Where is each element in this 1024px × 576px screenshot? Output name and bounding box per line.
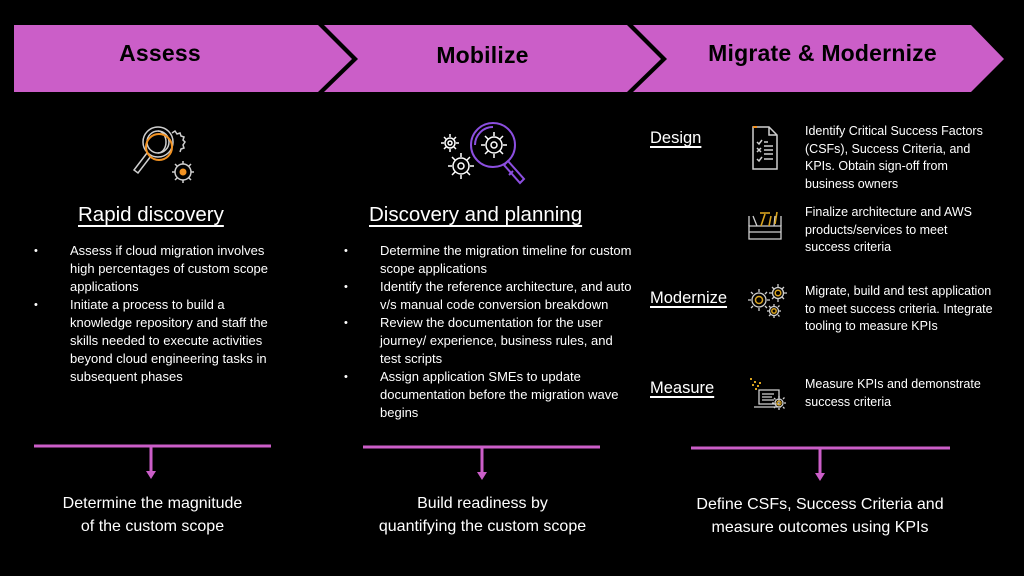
- outcome-line: of the custom scope: [80, 518, 225, 535]
- assess-title: Rapid discovery: [78, 203, 224, 226]
- gears-magnifier-icon: [441, 122, 526, 185]
- outcome-line: quantifying the custom scope: [378, 518, 587, 535]
- outcome-line: Build readiness by: [417, 495, 548, 512]
- section-label-measure: Measure: [650, 379, 715, 397]
- design-item-2-text: Finalize architecture and AWS products/s…: [805, 205, 972, 254]
- list-item: Assign application SMEs to update docume…: [344, 368, 634, 422]
- gears-icon: [748, 284, 787, 318]
- outcome-line: Determine the magnitude: [62, 495, 243, 512]
- mobilize-arrow-head: [477, 472, 487, 480]
- list-item: Review the documentation for the user jo…: [344, 314, 634, 368]
- toolbox-icon: [748, 211, 782, 240]
- modernize-item-1-text: Migrate, build and test application to m…: [805, 284, 993, 333]
- mobilize-bullets: Determine the migration timeline for cus…: [344, 242, 634, 422]
- mobilize-outcome: Build readiness by quantifying the custo…: [345, 492, 620, 538]
- section-label-design: Design: [650, 129, 702, 147]
- migrate-arrow-head: [815, 473, 825, 481]
- outcome-line: Define CSFs, Success Criteria and: [696, 496, 944, 513]
- section-label-modernize: Modernize: [650, 289, 728, 307]
- phase-label-mobilize: Mobilize: [436, 42, 529, 68]
- list-item: Initiate a process to build a knowledge …: [34, 296, 284, 386]
- phase-label-assess: Assess: [119, 40, 201, 66]
- laptop-gear-icon: [750, 378, 786, 410]
- design-item-1-text: Identify Critical Success Factors (CSFs)…: [805, 124, 983, 191]
- checklist-icon: [752, 126, 778, 170]
- outcome-line: measure outcomes using KPIs: [711, 519, 929, 536]
- migrate-outcome: Define CSFs, Success Criteria and measur…: [670, 493, 970, 539]
- magnifier-gears-icon: [132, 126, 194, 183]
- phase-label-migrate: Migrate & Modernize: [708, 40, 937, 66]
- assess-bullets: Assess if cloud migration involves high …: [34, 242, 284, 386]
- assess-outcome: Determine the magnitude of the custom sc…: [20, 492, 285, 538]
- list-item: Determine the migration timeline for cus…: [344, 242, 634, 278]
- list-item: Assess if cloud migration involves high …: [34, 242, 284, 296]
- list-item: Identify the reference architecture, and…: [344, 278, 634, 314]
- measure-item-1-text: Measure KPIs and demonstrate success cri…: [805, 377, 981, 409]
- assess-arrow-head: [146, 471, 156, 479]
- mobilize-title: Discovery and planning: [369, 203, 583, 226]
